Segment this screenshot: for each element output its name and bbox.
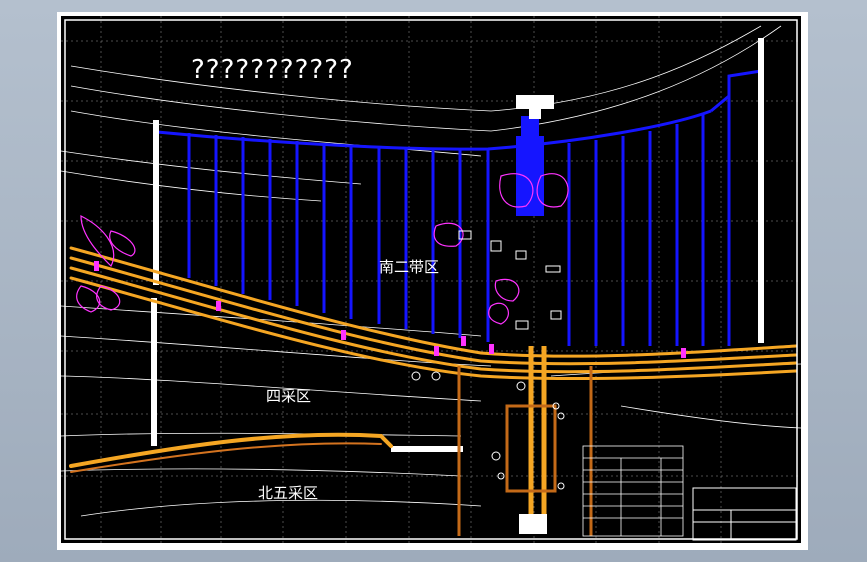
model-space-background bbox=[61, 16, 801, 543]
drawing-title: ??????????? bbox=[191, 55, 354, 85]
app-backdrop: ??????????? 南二带区 四采区 北五采区 bbox=[0, 0, 867, 562]
cad-canvas[interactable]: ??????????? 南二带区 四采区 北五采区 bbox=[61, 16, 801, 543]
zone-label-south: 南二带区 bbox=[379, 258, 439, 276]
zone-label-north: 北五采区 bbox=[258, 484, 318, 502]
zone-label-fourth: 四采区 bbox=[266, 387, 311, 405]
